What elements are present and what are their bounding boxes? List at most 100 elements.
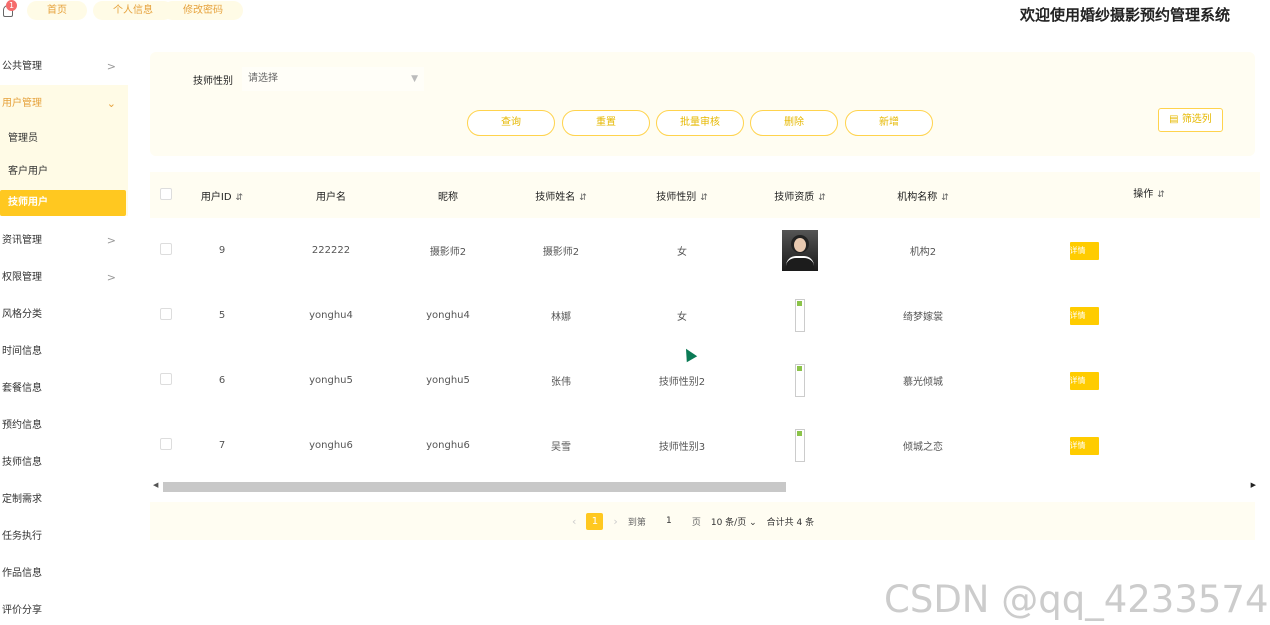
broken-image-icon[interactable] bbox=[795, 299, 805, 332]
nav-change-password[interactable]: 修改密码 bbox=[163, 1, 243, 20]
col-name[interactable]: 技师姓名 ⇵ bbox=[496, 172, 626, 218]
nav-home[interactable]: 首页 bbox=[27, 1, 87, 20]
page-number[interactable]: 1 bbox=[586, 513, 604, 530]
delete-button[interactable]: 删除 bbox=[750, 110, 838, 136]
filter-label: 技师性别 bbox=[193, 76, 233, 87]
cell-org: 慕光倾城 bbox=[903, 377, 943, 388]
site-title: 欢迎使用婚纱摄影预约管理系统 bbox=[1019, 6, 1230, 24]
reset-button[interactable]: 重置 bbox=[562, 110, 650, 136]
row-checkbox[interactable] bbox=[160, 438, 172, 450]
cell-username: 222222 bbox=[311, 245, 351, 256]
menu-package[interactable]: 套餐信息 bbox=[0, 370, 128, 407]
menu-task[interactable]: 任务执行 bbox=[0, 518, 128, 555]
cell-org: 绮梦嫁裳 bbox=[903, 312, 943, 323]
batch-review-button[interactable]: 批量审核 bbox=[656, 110, 744, 136]
detail-button[interactable]: 详情 bbox=[1069, 436, 1099, 455]
col-actions[interactable]: 操作 ⇵ bbox=[1038, 172, 1260, 218]
cell-nickname: 摄影师2 bbox=[429, 247, 467, 258]
cell-qualification bbox=[738, 283, 862, 348]
data-table: 用户ID⇵ 用户名 昵称 技师姓名⇵ 技师性别⇵ 技师资质⇵ 机构名称⇵ 技师 … bbox=[150, 172, 1260, 494]
col-user-id[interactable]: 用户ID ⇵ bbox=[182, 172, 262, 218]
row-checkbox[interactable] bbox=[160, 243, 172, 255]
sort-icon[interactable]: ⇵ bbox=[941, 193, 949, 203]
cell-nickname: yonghu5 bbox=[426, 375, 470, 386]
col-label: 机构名称 bbox=[897, 191, 938, 203]
sort-icon[interactable]: ⇵ bbox=[579, 193, 587, 203]
cell-id: 7 bbox=[218, 440, 226, 451]
goto-page-input[interactable]: 1 bbox=[656, 513, 682, 530]
detail-button[interactable]: 详情 bbox=[1069, 306, 1099, 325]
notification-badge: 1 bbox=[6, 0, 17, 11]
actions-row: 详情 bbox=[1038, 413, 1260, 478]
column-filter-label: 筛选列 bbox=[1181, 114, 1212, 125]
scroll-left-icon[interactable]: ◀ bbox=[153, 481, 158, 489]
row-checkbox[interactable] bbox=[160, 308, 172, 320]
sort-icon[interactable]: ⇵ bbox=[818, 193, 826, 203]
cell-qualification bbox=[738, 413, 862, 478]
menu-news[interactable]: 资讯管理 > bbox=[0, 222, 128, 259]
actions-row: 详情 bbox=[1038, 348, 1260, 413]
menu-label: 资讯管理 bbox=[2, 235, 42, 246]
col-label: 操作 bbox=[1133, 189, 1154, 200]
prev-page-icon[interactable]: ‹ bbox=[572, 515, 576, 528]
col-org[interactable]: 机构名称 ⇵ bbox=[862, 172, 984, 218]
page-size-select[interactable]: 10 条/页 ⌄ bbox=[711, 515, 757, 528]
sort-icon[interactable]: ⇵ bbox=[1157, 190, 1165, 200]
sort-icon[interactable]: ⇵ bbox=[700, 193, 708, 203]
scroll-right-icon[interactable]: ▶ bbox=[1251, 481, 1256, 489]
pagination: ‹ 1 › 到第 1 页 10 条/页 ⌄ 合计共 4 条 bbox=[150, 502, 1255, 540]
columns-icon: ▤ bbox=[1169, 114, 1179, 125]
cell-id: 6 bbox=[218, 375, 226, 386]
col-label: 技师姓名 bbox=[535, 191, 576, 203]
menu-users[interactable]: 用户管理 ⌄ bbox=[0, 85, 128, 122]
col-nickname: 昵称 bbox=[438, 191, 458, 203]
detail-button[interactable]: 详情 bbox=[1069, 241, 1099, 260]
gender-select[interactable]: 请选择 ▼ bbox=[242, 67, 424, 91]
cell-name: 吴雪 bbox=[551, 442, 571, 453]
top-bar: 1 首页 个人信息 修改密码 欢迎使用婚纱摄影预约管理系统 bbox=[0, 0, 1270, 24]
menu-permissions[interactable]: 权限管理 > bbox=[0, 259, 128, 296]
detail-button[interactable]: 详情 bbox=[1069, 371, 1099, 390]
cell-name: 林娜 bbox=[551, 312, 571, 323]
add-button[interactable]: 新增 bbox=[845, 110, 933, 136]
menu-works[interactable]: 作品信息 bbox=[0, 555, 128, 592]
menu-technician-info[interactable]: 技师信息 bbox=[0, 444, 128, 481]
submenu-admin[interactable]: 管理员 bbox=[0, 122, 128, 155]
menu-label: 用户管理 bbox=[2, 98, 42, 109]
horizontal-scrollbar[interactable]: ◀ ▶ bbox=[150, 481, 1260, 493]
select-all-checkbox[interactable] bbox=[160, 187, 172, 200]
scroll-thumb[interactable] bbox=[163, 482, 786, 492]
menu-custom[interactable]: 定制需求 bbox=[0, 481, 128, 518]
broken-image-icon[interactable] bbox=[795, 429, 805, 462]
nav-profile[interactable]: 个人信息 bbox=[93, 1, 173, 20]
total-count: 合计共 4 条 bbox=[766, 518, 815, 528]
broken-image-icon[interactable] bbox=[795, 364, 805, 397]
menu-style[interactable]: 风格分类 bbox=[0, 296, 128, 333]
chevron-down-icon: ⌄ bbox=[749, 518, 757, 528]
col-username: 用户名 bbox=[316, 191, 346, 203]
col-qualification[interactable]: 技师资质 ⇵ bbox=[738, 172, 862, 218]
submenu-technician[interactable]: 技师用户 bbox=[0, 190, 126, 216]
chevron-right-icon: > bbox=[106, 271, 116, 284]
menu-reviews[interactable]: 评价分享 bbox=[0, 592, 128, 625]
cell-id: 9 bbox=[218, 245, 226, 256]
submenu-customer[interactable]: 客户用户 bbox=[0, 155, 128, 188]
page-suffix: 页 bbox=[691, 518, 701, 528]
menu-booking[interactable]: 预约信息 bbox=[0, 407, 128, 444]
query-button[interactable]: 查询 bbox=[467, 110, 555, 136]
cell-name: 摄影师2 bbox=[542, 247, 580, 258]
actions-row: 详情 bbox=[1038, 283, 1260, 348]
fixed-actions-column: 操作 ⇵ 详情 详情 详情 详情 bbox=[1038, 172, 1260, 480]
row-checkbox[interactable] bbox=[160, 373, 172, 385]
menu-public[interactable]: 公共管理 > bbox=[0, 48, 128, 85]
sort-icon[interactable]: ⇵ bbox=[236, 193, 244, 203]
cell-qualification bbox=[738, 218, 862, 283]
bell-icon[interactable]: 1 bbox=[2, 0, 18, 18]
portrait-photo[interactable] bbox=[782, 230, 818, 271]
cell-gender: 女 bbox=[677, 312, 687, 323]
menu-time[interactable]: 时间信息 bbox=[0, 333, 128, 370]
actions-row: 详情 bbox=[1038, 218, 1260, 283]
column-filter-button[interactable]: ▤ 筛选列 bbox=[1158, 108, 1223, 132]
col-gender[interactable]: 技师性别 ⇵ bbox=[626, 172, 738, 218]
next-page-icon[interactable]: › bbox=[613, 515, 617, 528]
